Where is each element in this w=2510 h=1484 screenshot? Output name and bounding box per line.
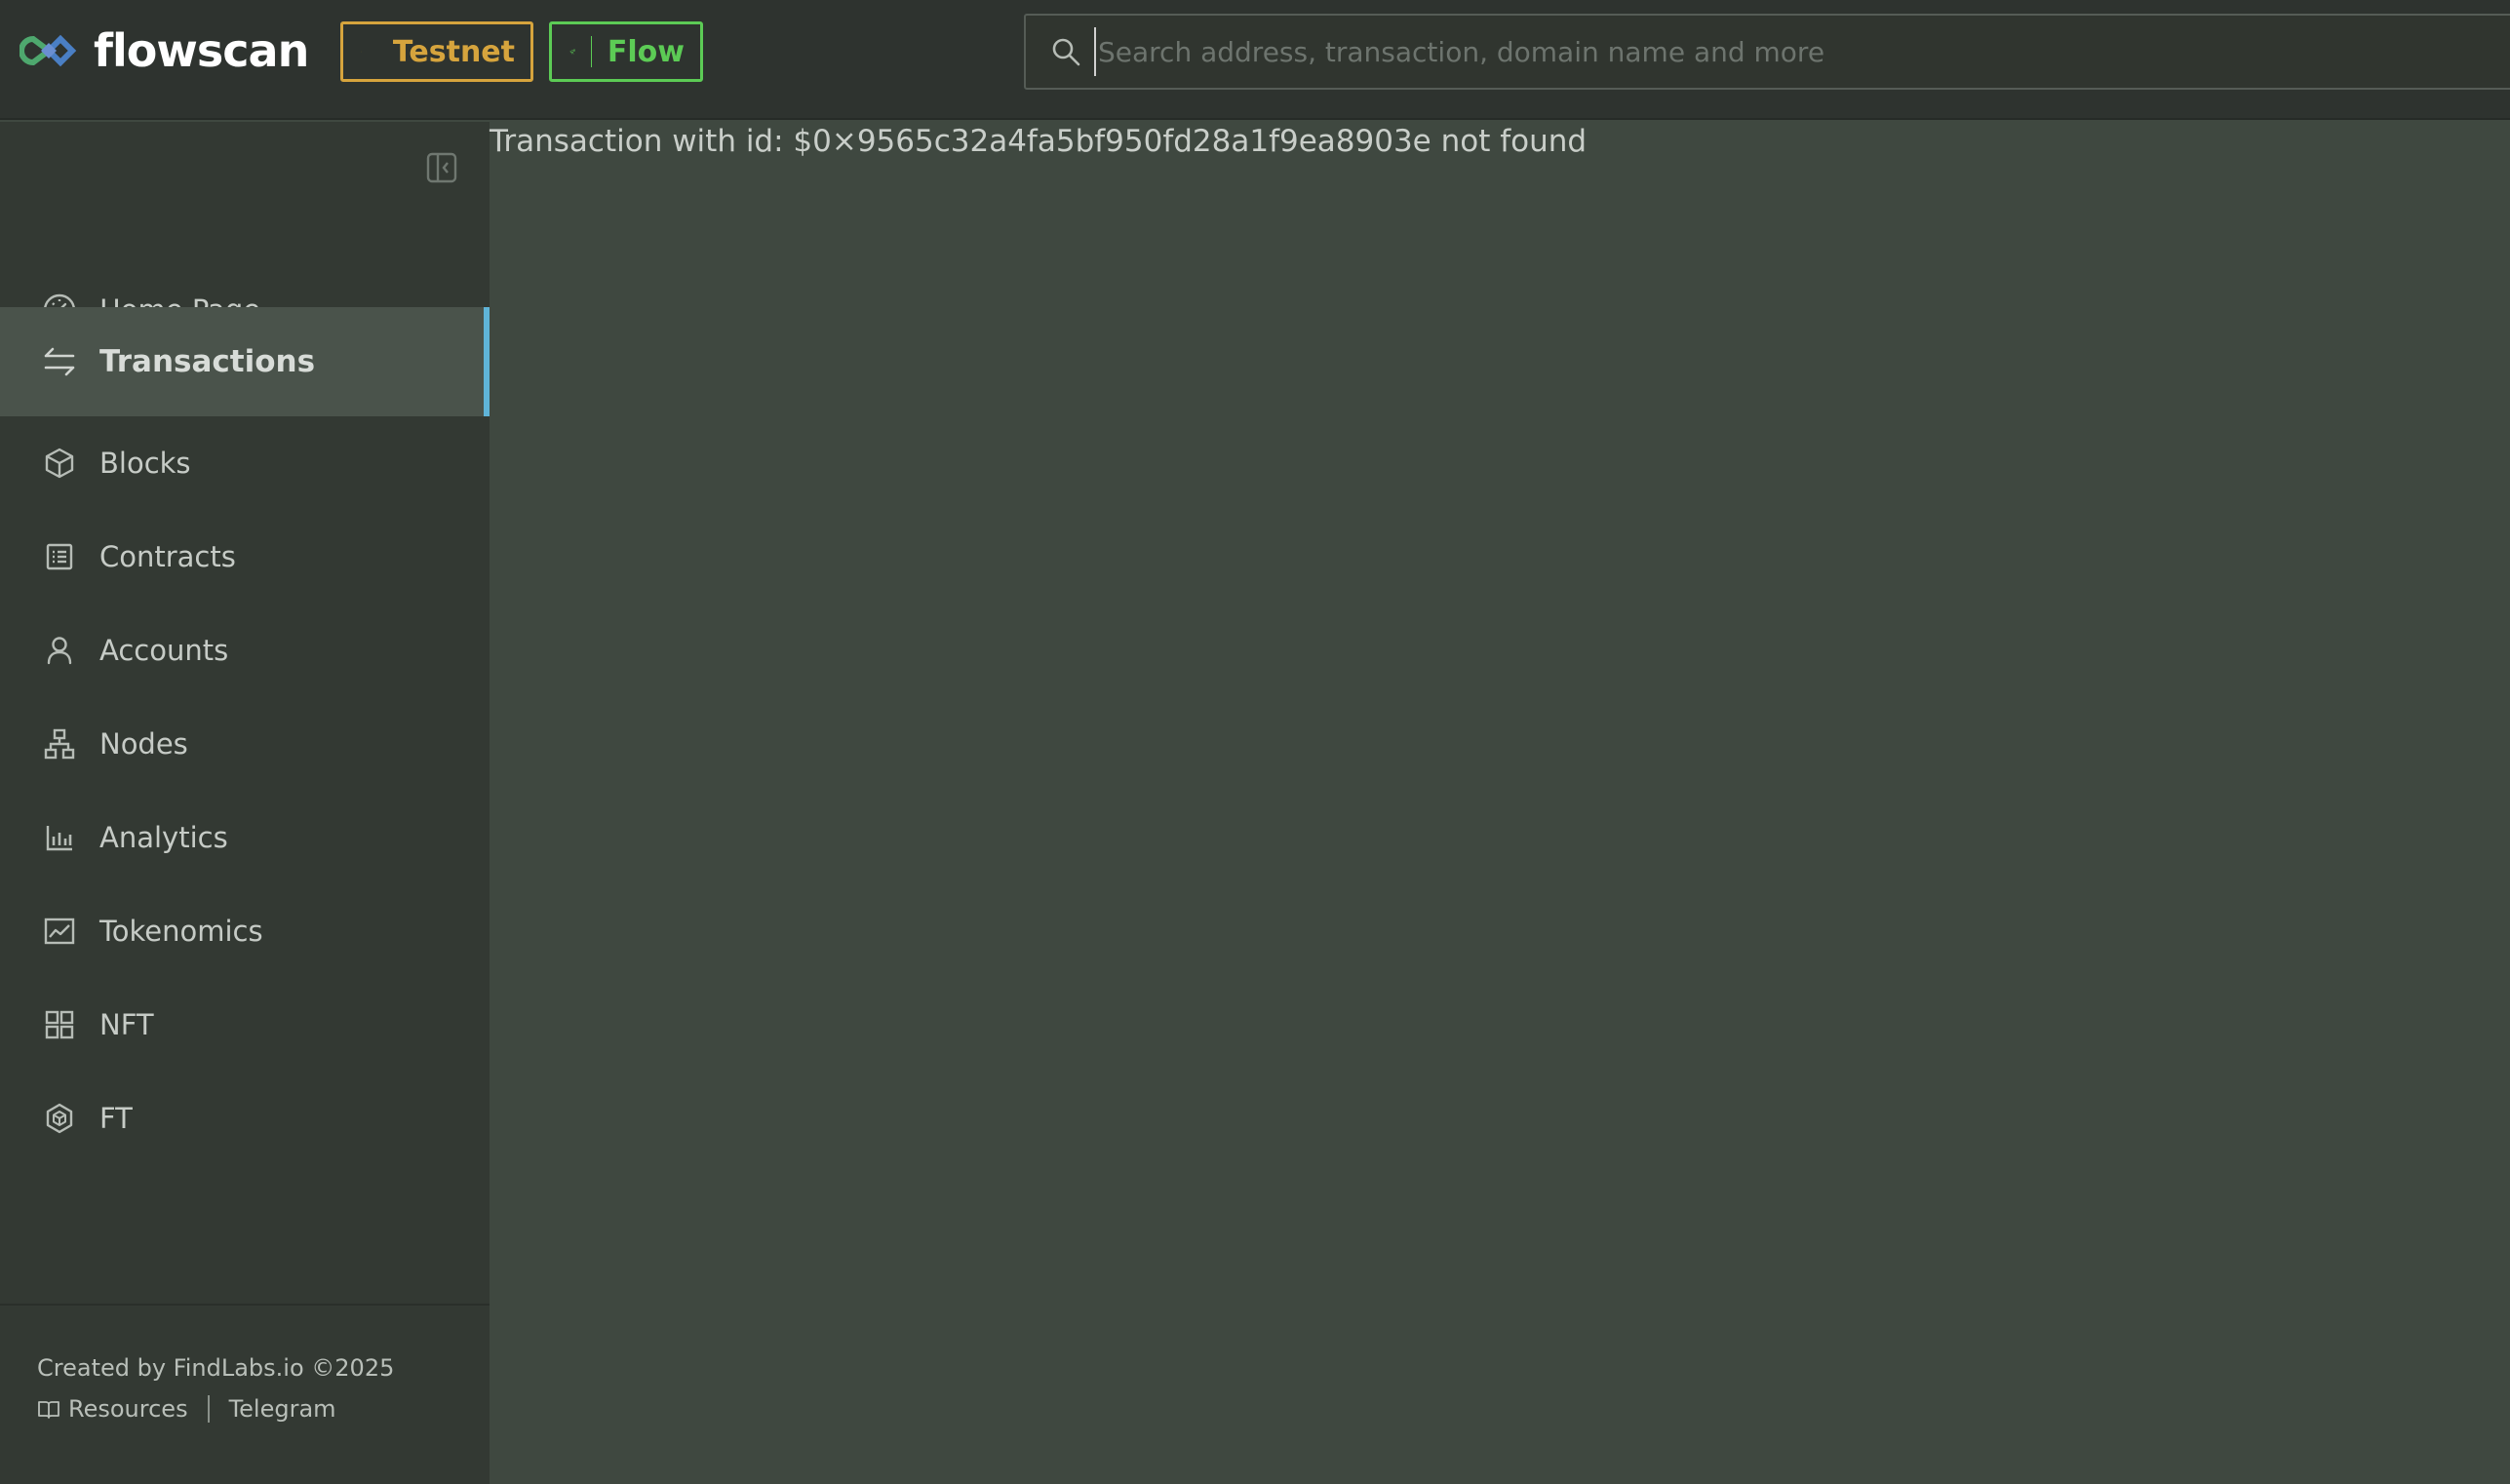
flask-icon <box>361 51 362 53</box>
sidebar-item-blocks[interactable]: Blocks <box>0 416 490 510</box>
search-input[interactable] <box>1094 27 2510 76</box>
nodes-icon <box>39 723 80 764</box>
brand-name: flowscan <box>94 24 309 77</box>
flow-label: Flow <box>607 34 685 69</box>
footer-link-divider <box>207 1395 210 1423</box>
book-icon <box>38 1401 59 1419</box>
token-icon <box>39 1098 80 1139</box>
credits-text: Created by FindLabs.io ©2025 <box>37 1354 395 1382</box>
sidebar-item-label: Contracts <box>99 540 236 573</box>
sidebar-item-analytics[interactable]: Analytics <box>0 791 490 884</box>
user-icon <box>39 630 80 671</box>
sidebar-item-label: Analytics <box>99 821 228 854</box>
footer-links: Resources Telegram <box>37 1395 336 1423</box>
flow-network-button[interactable]: Flow <box>549 21 703 82</box>
search-bar[interactable] <box>1024 14 2510 90</box>
sidebar-item-accounts[interactable]: Accounts <box>0 604 490 697</box>
grid-icon <box>39 1004 80 1045</box>
cube-icon <box>39 443 80 484</box>
testnet-label: Testnet <box>392 34 515 69</box>
sidebar-item-label: Tokenomics <box>99 915 263 948</box>
sidebar-item-tokenomics[interactable]: Tokenomics <box>0 884 490 978</box>
flowscan-logo[interactable]: flowscan <box>20 24 309 77</box>
contract-icon <box>39 536 80 577</box>
testnet-button[interactable]: Testnet <box>340 21 533 82</box>
bar-chart-icon <box>39 817 80 858</box>
sidebar-item-nft[interactable]: NFT <box>0 978 490 1072</box>
top-header: flowscan Testnet Flow <box>0 0 2510 120</box>
line-chart-icon <box>39 911 80 952</box>
sidebar-item-label: FT <box>99 1102 133 1135</box>
sidebar: Home Page Transactions Blocks Contracts … <box>0 122 490 1484</box>
transfer-icon <box>39 341 80 382</box>
sidebar-item-contracts[interactable]: Contracts <box>0 510 490 604</box>
main-content: Transaction with id: $0×9565c32a4fa5bf95… <box>490 122 2510 1484</box>
sidebar-item-label: Blocks <box>99 447 191 480</box>
sidebar-item-ft[interactable]: FT <box>0 1072 490 1165</box>
sidebar-item-label: Transactions <box>99 344 316 379</box>
sidebar-item-nodes[interactable]: Nodes <box>0 697 490 791</box>
flowscan-logo-icon <box>20 34 77 67</box>
telegram-link[interactable]: Telegram <box>229 1395 336 1423</box>
sidebar-item-label: NFT <box>99 1008 154 1041</box>
collapse-sidebar-icon[interactable] <box>425 151 458 184</box>
resources-link[interactable]: Resources <box>68 1395 188 1423</box>
sidebar-item-transactions[interactable]: Transactions <box>0 307 490 416</box>
sidebar-divider <box>0 1304 490 1306</box>
sidebar-item-label: Accounts <box>99 634 229 667</box>
search-icon <box>1052 38 1080 66</box>
sidebar-item-label: Nodes <box>99 727 188 761</box>
not-found-message: Transaction with id: $0×9565c32a4fa5bf95… <box>490 124 1588 159</box>
telescope-icon <box>569 49 576 55</box>
